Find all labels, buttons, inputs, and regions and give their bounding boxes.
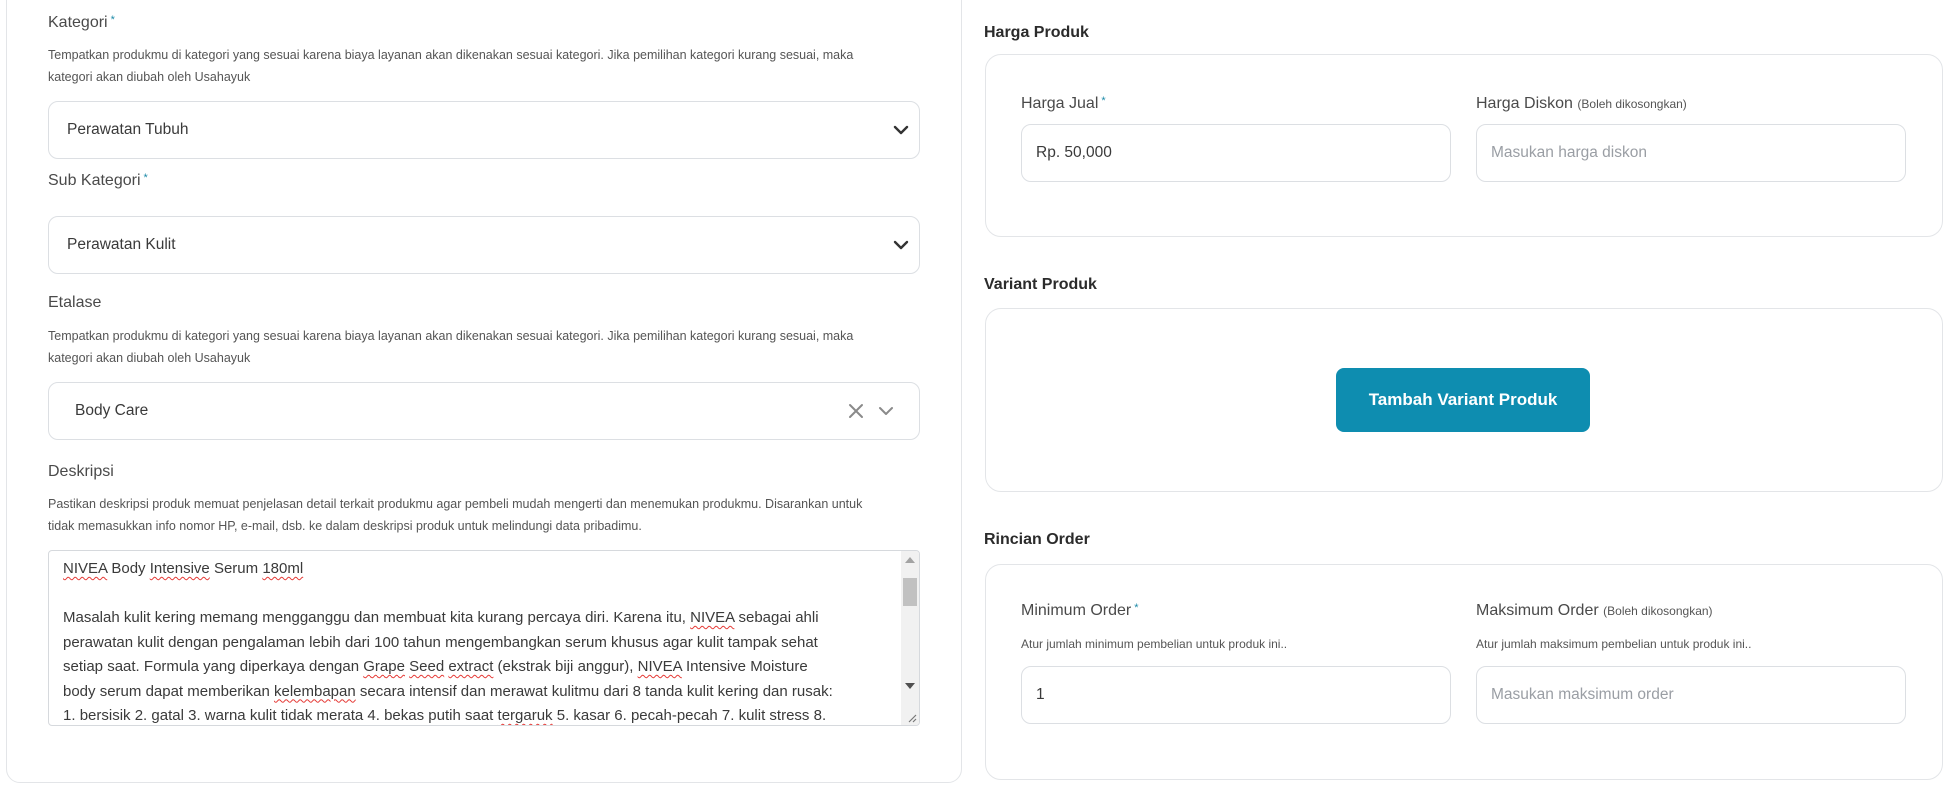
etalase-label: Etalase xyxy=(48,294,102,311)
maksimum-order-note: (Boleh dikosongkan) xyxy=(1603,604,1713,618)
kategori-label: Kategori * xyxy=(48,14,115,31)
harga-jual-value: Rp. 50,000 xyxy=(1036,144,1112,161)
harga-jual-input[interactable]: Rp. 50,000 xyxy=(1021,124,1451,182)
chevron-down-icon xyxy=(893,240,909,250)
deskripsi-line xyxy=(63,582,893,607)
resize-grip-icon[interactable] xyxy=(905,711,917,723)
deskripsi-line: body serum dapat memberikan kelembapan s… xyxy=(63,682,833,700)
maksimum-order-placeholder: Masukan maksimum order xyxy=(1491,686,1674,703)
etalase-select[interactable]: Body Care xyxy=(48,382,920,440)
required-mark: * xyxy=(143,172,148,184)
maksimum-order-label: Maksimum Order (Boleh dikosongkan) xyxy=(1476,602,1713,619)
etalase-selected-value: Body Care xyxy=(75,402,149,419)
textarea-scrollbar[interactable] xyxy=(901,551,919,725)
variant-produk-title: Variant Produk xyxy=(984,276,1097,293)
spellcheck-word: extract xyxy=(448,658,494,675)
spellcheck-word: NIVEA xyxy=(637,658,682,675)
tambah-variant-button[interactable]: Tambah Variant Produk xyxy=(1336,368,1590,432)
harga-produk-title: Harga Produk xyxy=(984,24,1089,41)
sub-kategori-selected-value: Perawatan Kulit xyxy=(67,236,176,253)
chevron-down-icon[interactable] xyxy=(877,402,895,420)
maksimum-order-input[interactable]: Masukan maksimum order xyxy=(1476,666,1906,724)
sub-kategori-label: Sub Kategori * xyxy=(48,172,148,189)
harga-diskon-input[interactable]: Masukan harga diskon xyxy=(1476,124,1906,182)
minimum-order-input[interactable]: 1 xyxy=(1021,666,1451,724)
harga-jual-label: Harga Jual * xyxy=(1021,95,1106,112)
sub-kategori-select[interactable]: Perawatan Kulit xyxy=(48,216,920,274)
deskripsi-label: Deskripsi xyxy=(48,463,114,480)
deskripsi-help: Pastikan deskripsi produk memuat penjela… xyxy=(48,497,863,533)
spellcheck-word: Seed xyxy=(409,658,445,675)
deskripsi-line: perawatan kulit dengan pengalaman lebih … xyxy=(63,633,818,651)
scroll-down-arrow-icon[interactable] xyxy=(905,683,915,689)
close-icon[interactable] xyxy=(847,402,865,420)
spellcheck-word: Intensive xyxy=(149,560,210,577)
spellcheck-word: 180ml xyxy=(262,560,304,577)
kategori-select[interactable]: Perawatan Tubuh xyxy=(48,101,920,159)
harga-diskon-placeholder: Masukan harga diskon xyxy=(1491,144,1647,161)
deskripsi-line: NIVEA Body Intensive Serum 180ml xyxy=(63,560,304,577)
deskripsi-line: 1. bersisik 2. gatal 3. warna kulit tida… xyxy=(63,707,827,724)
deskripsi-textarea[interactable]: NIVEA Body Intensive Serum 180ml Masalah … xyxy=(48,550,920,726)
minimum-order-value: 1 xyxy=(1036,686,1045,703)
spellcheck-word: NIVEA xyxy=(690,609,735,626)
etalase-help: Tempatkan produkmu di kategori yang sesu… xyxy=(48,329,854,365)
harga-diskon-label: Harga Diskon (Boleh dikosongkan) xyxy=(1476,95,1687,112)
maksimum-order-hint: Atur jumlah maksimum pembelian untuk pro… xyxy=(1476,637,1752,651)
spellcheck-word: kelembapan xyxy=(273,682,356,700)
kategori-help: Tempatkan produkmu di kategori yang sesu… xyxy=(48,48,854,84)
harga-diskon-note: (Boleh dikosongkan) xyxy=(1577,97,1687,111)
spellcheck-word: NIVEA xyxy=(63,560,108,577)
deskripsi-line: Masalah kulit kering memang mengganggu d… xyxy=(63,609,819,626)
kategori-selected-value: Perawatan Tubuh xyxy=(67,121,189,138)
spellcheck-word: tergaruk xyxy=(497,707,553,724)
deskripsi-line: setiap saat. Formula yang diperkaya deng… xyxy=(63,658,808,675)
required-mark: * xyxy=(1134,602,1139,614)
spellcheck-word: Grape xyxy=(363,658,405,675)
chevron-down-icon xyxy=(893,125,909,135)
rincian-order-title: Rincian Order xyxy=(984,531,1090,548)
scroll-up-arrow-icon[interactable] xyxy=(905,557,915,563)
scroll-thumb[interactable] xyxy=(903,578,917,606)
deskripsi-text[interactable]: NIVEA Body Intensive Serum 180ml Masalah … xyxy=(63,557,893,725)
minimum-order-hint: Atur jumlah minimum pembelian untuk prod… xyxy=(1021,637,1288,651)
required-mark: * xyxy=(1101,95,1106,107)
minimum-order-label: Minimum Order * xyxy=(1021,602,1139,619)
required-mark: * xyxy=(110,14,115,26)
